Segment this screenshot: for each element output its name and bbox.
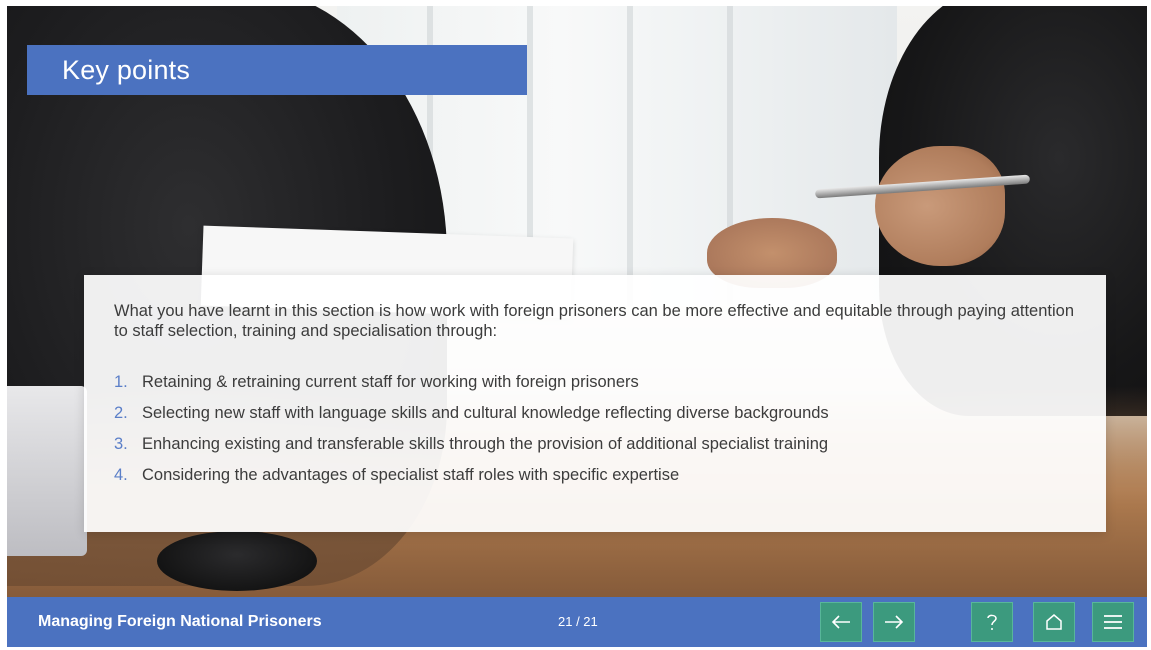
title-bar: Key points (27, 45, 527, 95)
cup (157, 531, 317, 591)
list-number: 1. (114, 373, 128, 391)
window-blind (627, 6, 633, 306)
footer-bar: Managing Foreign National Prisoners 21 /… (7, 597, 1147, 647)
list-item: 4. Considering the advantages of special… (114, 465, 1084, 485)
hand-holding-pen (875, 146, 1005, 266)
list-item: 2. Selecting new staff with language ski… (114, 403, 1084, 423)
home-icon (1046, 614, 1062, 630)
list-item: 1. Retaining & retraining current staff … (114, 372, 1084, 392)
slide-frame: Key points What you have learnt in this … (7, 6, 1147, 647)
list-number: 3. (114, 435, 128, 453)
key-points-list: 1. Retaining & retraining current staff … (114, 372, 1084, 496)
arrow-left-icon (831, 615, 850, 629)
home-button[interactable] (1033, 602, 1075, 642)
question-icon (987, 614, 997, 630)
list-item: 3. Enhancing existing and transferable s… (114, 434, 1084, 454)
slide-title: Key points (62, 54, 191, 85)
list-text: Selecting new staff with language skills… (142, 404, 829, 422)
intro-text: What you have learnt in this section is … (114, 302, 1074, 340)
binder (7, 386, 87, 556)
next-button[interactable] (873, 602, 915, 642)
menu-button[interactable] (1092, 602, 1134, 642)
hamburger-menu-icon (1104, 615, 1122, 629)
page-counter: 21 / 21 (558, 614, 598, 629)
previous-button[interactable] (820, 602, 862, 642)
list-text: Retaining & retraining current staff for… (142, 373, 639, 391)
arrow-right-icon (885, 615, 904, 629)
list-text: Enhancing existing and transferable skil… (142, 435, 829, 453)
list-number: 2. (114, 404, 128, 422)
help-button[interactable] (971, 602, 1013, 642)
list-number: 4. (114, 466, 128, 484)
key-points-panel: What you have learnt in this section is … (84, 275, 1106, 532)
list-text: Considering the advantages of specialist… (142, 466, 680, 484)
course-title: Managing Foreign National Prisoners (38, 613, 322, 630)
